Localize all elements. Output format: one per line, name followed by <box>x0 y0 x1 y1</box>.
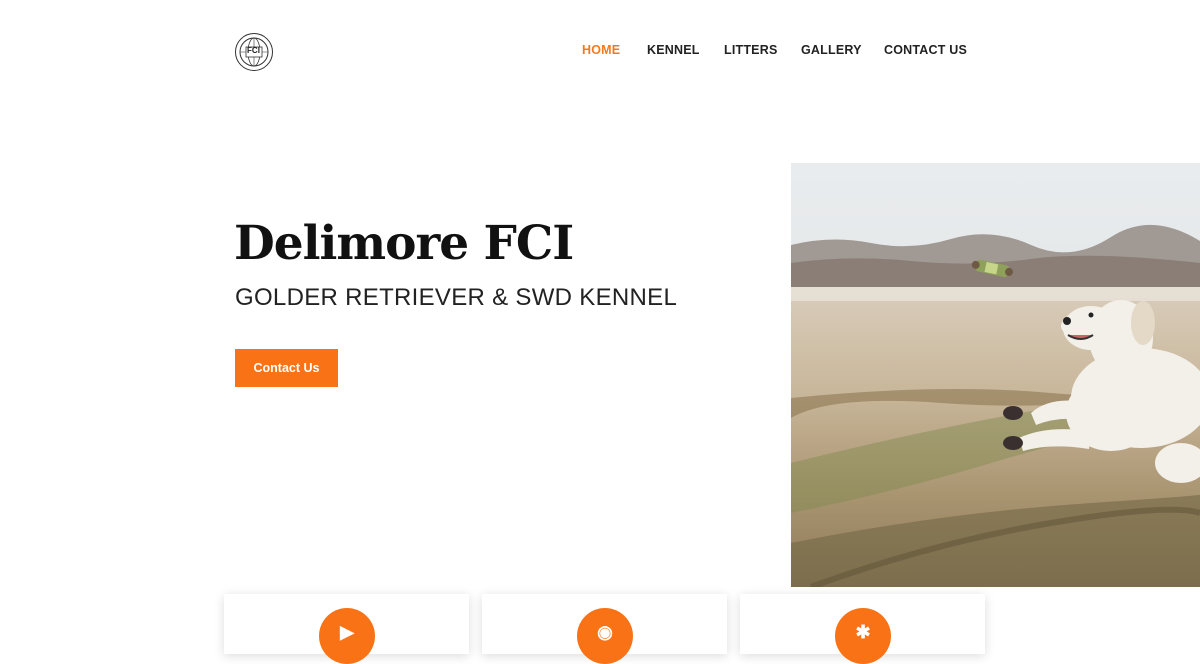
nav-home[interactable]: HOME <box>582 43 620 57</box>
nav-gallery[interactable]: GALLERY <box>801 43 862 57</box>
nav-kennel[interactable]: KENNEL <box>647 43 700 57</box>
hero-subtitle: GOLDER RETRIEVER & SWD KENNEL <box>235 284 678 311</box>
main-nav: HOME KENNEL LITTERS GALLERY CONTACT US <box>0 43 1200 59</box>
paw-icon: ✱ <box>835 608 891 664</box>
play-icon: ▶ <box>319 608 375 664</box>
location-pin-icon: ◉ <box>577 608 633 664</box>
feature-card-3: ✱ <box>740 594 985 664</box>
nav-contact-us[interactable]: CONTACT US <box>884 43 967 57</box>
hero-image <box>791 163 1200 587</box>
feature-card-1: ▶ <box>224 594 469 664</box>
contact-us-button[interactable]: Contact Us <box>235 349 338 387</box>
feature-card-2: ◉ <box>482 594 727 664</box>
hero-title: Delimore FCI <box>234 216 574 271</box>
nav-litters[interactable]: LITTERS <box>724 43 777 57</box>
